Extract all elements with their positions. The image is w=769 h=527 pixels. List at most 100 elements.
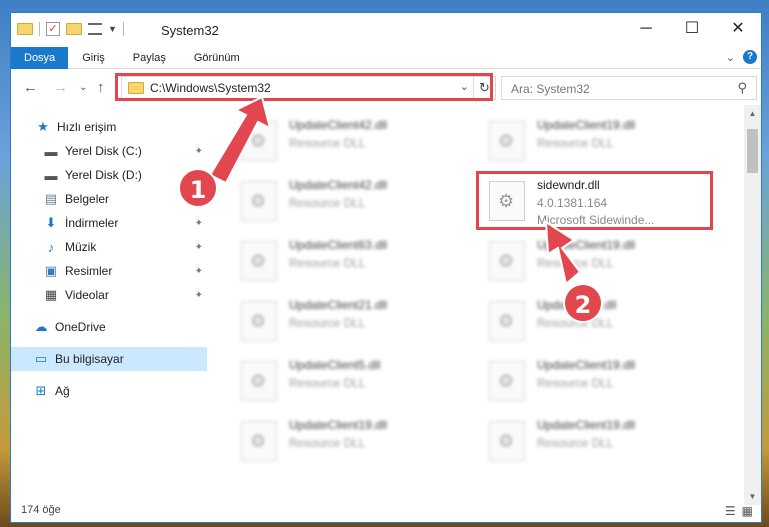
- network-icon: ⊞: [35, 383, 47, 398]
- item-count: 174 öğe: [21, 504, 61, 516]
- title-bar: ✓ ▼ System32 ─ ☐ ✕: [11, 13, 761, 47]
- sidebar-item-label: Ağ: [55, 384, 70, 398]
- file-item[interactable]: UpdateClient19.dll Resource DLL: [474, 233, 714, 283]
- back-arrow-icon[interactable]: ←: [23, 79, 38, 96]
- file-name: UpdateClient19.dll: [537, 358, 636, 372]
- dll-file-icon: [489, 361, 525, 401]
- file-item[interactable]: UpdateClient19.dll Resource DLL: [226, 413, 466, 463]
- file-description: Resource DLL: [289, 196, 366, 210]
- file-name: UpdateClient19.dll: [537, 418, 636, 432]
- sidebar-item-this-pc[interactable]: ▭ Bu bilgisayar: [11, 347, 207, 371]
- file-description: Resource DLL: [537, 436, 614, 450]
- maximize-button[interactable]: ☐: [669, 13, 715, 45]
- close-button[interactable]: ✕: [715, 13, 761, 45]
- dll-file-icon: [241, 181, 277, 221]
- pin-icon: ✦: [194, 241, 203, 253]
- sidebar-item-label: Yerel Disk (D:): [65, 168, 142, 182]
- dll-file-icon: [241, 421, 277, 461]
- sidebar-item-onedrive[interactable]: ☁ OneDrive: [11, 315, 207, 339]
- sidebar-item-label: Yerel Disk (C:): [65, 144, 142, 158]
- expand-ribbon-icon[interactable]: ⌄: [726, 51, 735, 64]
- file-item[interactable]: UpdateClient21.dll Resource DLL: [226, 293, 466, 343]
- explorer-window: ✓ ▼ System32 ─ ☐ ✕ Dosya Giriş Paylaş Gö…: [10, 12, 762, 523]
- folder-icon: [128, 82, 144, 94]
- tab-home[interactable]: Giriş: [68, 47, 119, 69]
- dll-file-icon: [489, 301, 525, 341]
- details-view-icon[interactable]: ☰: [725, 504, 736, 518]
- file-description: Resource DLL: [289, 136, 366, 150]
- sidebar-item-label: İndirmeler: [65, 216, 119, 230]
- navigation-bar: ← → ⌄ ↑ C:\Windows\System32 ⌄ ↻ Ara: Sys…: [11, 73, 761, 103]
- file-description: Resource DLL: [289, 436, 366, 450]
- documents-icon: ▤: [44, 191, 58, 206]
- address-path[interactable]: C:\Windows\System32: [150, 81, 271, 95]
- pin-icon: ✦: [194, 265, 203, 277]
- file-name: UpdateClient5.dll: [289, 358, 381, 372]
- address-bar[interactable]: C:\Windows\System32 ⌄ ↻: [121, 76, 496, 100]
- file-name: sidewndr.dll: [537, 178, 600, 192]
- search-box[interactable]: Ara: System32 ⚲: [501, 76, 757, 100]
- search-input[interactable]: Ara: System32: [511, 82, 590, 96]
- address-dropdown-icon[interactable]: ⌄: [460, 80, 469, 93]
- file-name: UpdateClient19.dll: [537, 238, 636, 252]
- up-arrow-icon[interactable]: ↑: [97, 79, 105, 96]
- forward-arrow-icon[interactable]: →: [53, 79, 68, 96]
- minimize-button[interactable]: ─: [623, 13, 669, 45]
- download-icon: ⬇: [45, 215, 57, 230]
- scrollbar-thumb[interactable]: [747, 129, 758, 173]
- help-icon[interactable]: ?: [743, 50, 757, 64]
- sidebar-item-label: Hızlı erişim: [57, 120, 117, 134]
- refresh-icon[interactable]: ↻: [473, 77, 495, 99]
- dll-file-icon: [489, 421, 525, 461]
- file-item[interactable]: UpdateClient19.dll Resource DLL: [474, 113, 714, 163]
- file-item[interactable]: UpdateClient5.dll Resource DLL: [226, 353, 466, 403]
- dll-file-icon: [489, 241, 525, 281]
- vertical-scrollbar[interactable]: ▲ ▼: [744, 105, 761, 505]
- ribbon-right-controls: ⌄ ?: [726, 50, 757, 64]
- sidebar-item-drive-c[interactable]: ▬ Yerel Disk (C:) ✦: [11, 139, 207, 163]
- properties-check-icon[interactable]: ✓: [46, 22, 60, 36]
- recent-locations-icon[interactable]: ⌄: [79, 82, 87, 93]
- file-item[interactable]: UpdateClient42.dll Resource DLL: [226, 173, 466, 223]
- sidebar-item-label: Belgeler: [65, 192, 110, 206]
- pin-icon: ✦: [194, 289, 203, 301]
- drive-icon: ▬: [44, 167, 58, 183]
- customize-toolbar-icon[interactable]: ▼: [108, 24, 117, 34]
- file-item-sidewndr[interactable]: sidewndr.dll 4.0.1381.164 Microsoft Side…: [474, 173, 714, 227]
- new-folder-icon[interactable]: [66, 23, 82, 35]
- sidebar-item-label: OneDrive: [55, 320, 106, 334]
- sidebar-item-music[interactable]: ♪ Müzik ✦: [11, 235, 207, 259]
- folder-icon: [17, 23, 33, 35]
- sidebar-item-downloads[interactable]: ⬇ İndirmeler ✦: [11, 211, 207, 235]
- star-icon: ★: [37, 119, 49, 134]
- file-description: Resource DLL: [289, 376, 366, 390]
- pictures-icon: ▣: [44, 263, 58, 278]
- file-description: Resource DLL: [537, 376, 614, 390]
- file-item[interactable]: UpdateClient42.dll Resource DLL: [226, 113, 466, 163]
- large-icons-view-icon[interactable]: ▦: [742, 504, 753, 518]
- file-item[interactable]: UpdateClient19.dll Resource DLL: [474, 413, 714, 463]
- sidebar-item-videos[interactable]: ▦ Videolar ✦: [11, 283, 207, 307]
- dll-file-icon: [241, 121, 277, 161]
- tab-view[interactable]: Görünüm: [180, 47, 254, 69]
- pin-icon: ✦: [194, 217, 203, 229]
- pin-icon: ✦: [194, 145, 203, 157]
- navigation-pane: ★ Hızlı erişim ▬ Yerel Disk (C:) ✦ ▬ Yer…: [11, 105, 207, 487]
- sidebar-item-quick-access[interactable]: ★ Hızlı erişim: [11, 115, 207, 139]
- sidebar-item-label: Bu bilgisayar: [55, 352, 124, 366]
- quick-access-toolbar: ✓ ▼: [17, 22, 124, 36]
- file-name: UpdateClient63.dll: [289, 238, 388, 252]
- sidebar-item-network[interactable]: ⊞ Ağ: [11, 379, 207, 403]
- step-2-badge: 2: [563, 283, 603, 323]
- search-icon[interactable]: ⚲: [737, 80, 747, 96]
- ribbon-tabs: Dosya Giriş Paylaş Görünüm ⌄ ?: [11, 46, 761, 69]
- file-item[interactable]: UpdateClient19.dll Resource DLL: [474, 353, 714, 403]
- tab-share[interactable]: Paylaş: [119, 47, 180, 69]
- file-description: Resource DLL: [289, 256, 366, 270]
- tab-file[interactable]: Dosya: [11, 46, 69, 69]
- sidebar-item-pictures[interactable]: ▣ Resimler ✦: [11, 259, 207, 283]
- file-item[interactable]: UpdateClient63.dll Resource DLL: [226, 233, 466, 283]
- properties-icon[interactable]: [88, 23, 102, 35]
- view-buttons: ☰ ▦: [725, 504, 753, 518]
- scroll-up-icon[interactable]: ▲: [744, 105, 761, 122]
